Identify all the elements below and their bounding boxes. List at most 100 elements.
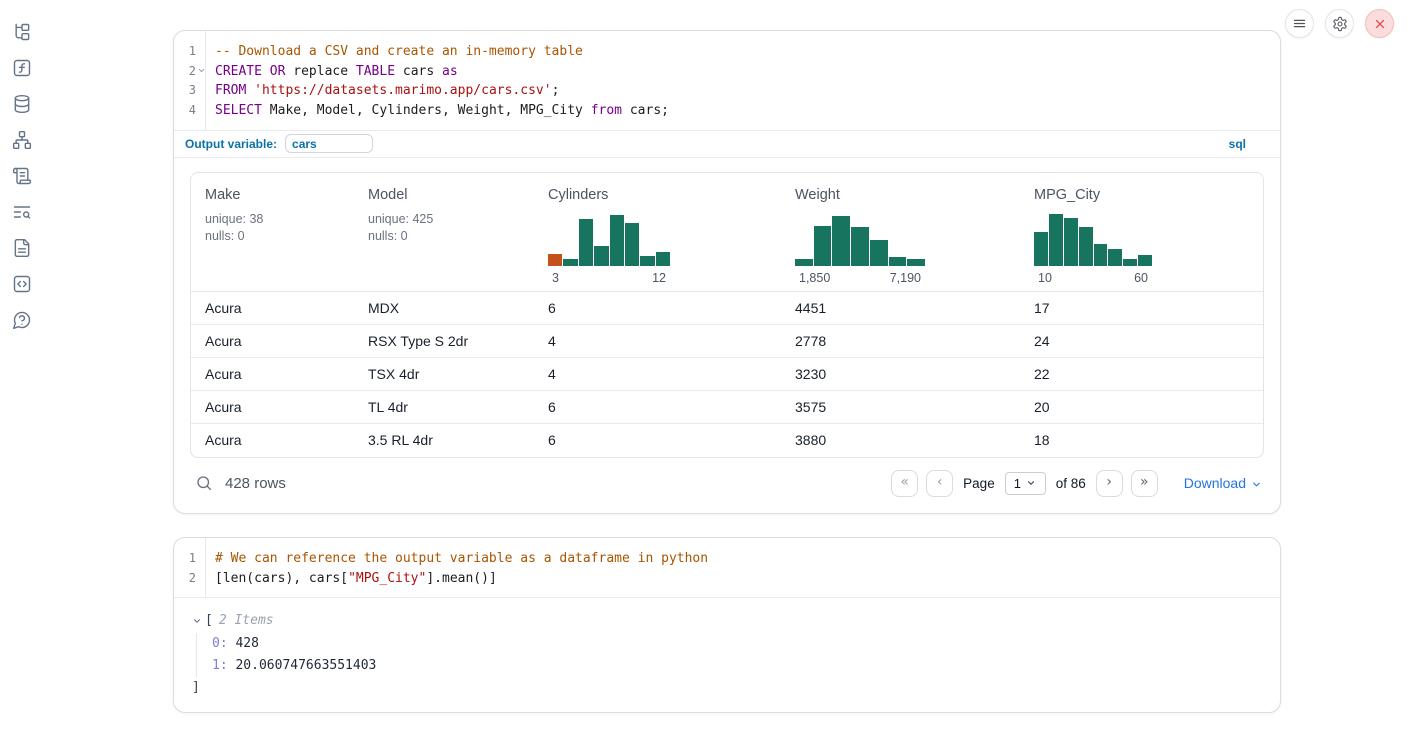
entry-key: 0: xyxy=(212,636,228,651)
page-select-value: 1 xyxy=(1014,476,1021,491)
download-button[interactable]: Download xyxy=(1184,475,1262,491)
histogram-bar xyxy=(851,227,869,266)
download-label: Download xyxy=(1184,475,1246,491)
table-row: Acura3.5 RL 4dr6388018 xyxy=(191,424,1263,457)
column-header-weight: Weight1,8507,190 xyxy=(781,187,1020,285)
line-number: 2 xyxy=(174,569,205,589)
close-bracket: ] xyxy=(192,677,1264,699)
table-cell: Acura xyxy=(191,333,354,349)
code-line: 2[len(cars), cars["MPG_City"].mean()] xyxy=(174,569,1280,589)
table-cell: MDX xyxy=(354,300,534,316)
column-name[interactable]: Model xyxy=(368,187,534,203)
column-name[interactable]: Weight xyxy=(795,187,1020,203)
table-cell: Acura xyxy=(191,300,354,316)
table-cell: 24 xyxy=(1020,333,1263,349)
notebook: 1-- Download a CSV and create an in-memo… xyxy=(173,30,1281,713)
python-cell: 1# We can reference the output variable … xyxy=(173,537,1281,713)
histogram-min-label: 3 xyxy=(552,271,559,285)
column-name[interactable]: MPG_City xyxy=(1034,187,1263,203)
line-number: 1 xyxy=(174,42,205,62)
histogram-max-label: 12 xyxy=(652,271,666,285)
table-row: AcuraTSX 4dr4323022 xyxy=(191,358,1263,391)
table-cell: TSX 4dr xyxy=(354,366,534,382)
column-header-model: Model unique: 425nulls: 0 xyxy=(354,187,534,285)
sql-code-editor[interactable]: 1-- Download a CSV and create an in-memo… xyxy=(174,31,1280,130)
topbar-controls xyxy=(1285,9,1394,38)
histogram-bar xyxy=(1034,232,1048,266)
table-footer: 428 rows « ‹ Page 1 of 86 › » Download xyxy=(190,468,1264,499)
line-number: 4 xyxy=(174,101,205,121)
histogram-bar xyxy=(579,219,593,266)
settings-button[interactable] xyxy=(1325,9,1354,38)
first-page-button[interactable]: « xyxy=(891,470,918,497)
page-label: Page xyxy=(963,476,995,491)
histogram-bar xyxy=(907,259,925,266)
table-cell: 2778 xyxy=(781,333,1020,349)
code-text: SELECT Make, Model, Cylinders, Weight, M… xyxy=(205,101,669,121)
search-icon[interactable] xyxy=(195,474,213,492)
menu-button[interactable] xyxy=(1285,9,1314,38)
table-cell: 3575 xyxy=(781,399,1020,415)
histogram-bar xyxy=(1094,244,1108,266)
code-line: 1# We can reference the output variable … xyxy=(174,549,1280,569)
table-cell: 6 xyxy=(534,399,781,415)
code-text: [len(cars), cars["MPG_City"].mean()] xyxy=(205,569,497,589)
table-cell: 4451 xyxy=(781,300,1020,316)
text-search-icon[interactable] xyxy=(12,202,32,222)
table-cell: 6 xyxy=(534,432,781,448)
page-select[interactable]: 1 xyxy=(1005,472,1046,495)
shutdown-button[interactable] xyxy=(1365,9,1394,38)
code-text: # We can reference the output variable a… xyxy=(205,549,708,569)
tree-entry: 0: 428 xyxy=(212,633,1264,655)
fold-chevron-icon[interactable] xyxy=(197,66,206,75)
tree-entries: 0: 4281: 20.060747663551403 xyxy=(196,633,1264,678)
histogram-bar xyxy=(610,215,624,266)
help-circle-icon[interactable] xyxy=(12,310,32,330)
prev-page-button[interactable]: ‹ xyxy=(926,470,953,497)
table-cell: 3.5 RL 4dr xyxy=(354,432,534,448)
histogram-bar xyxy=(889,257,907,266)
table-cell: Acura xyxy=(191,399,354,415)
sidebar-rail xyxy=(0,0,44,330)
column-histogram: 1060 xyxy=(1034,211,1152,285)
column-stats: unique: 38nulls: 0 xyxy=(205,211,354,245)
line-number: 1 xyxy=(174,549,205,569)
line-number: 3 xyxy=(174,81,205,101)
file-tree-icon[interactable] xyxy=(12,22,32,42)
network-icon[interactable] xyxy=(12,130,32,150)
table-cell: Acura xyxy=(191,432,354,448)
output-variable-label: Output variable: xyxy=(185,137,277,151)
line-number: 2 xyxy=(174,62,205,82)
table-row: AcuraRSX Type S 2dr4277824 xyxy=(191,325,1263,358)
histogram-bar xyxy=(814,226,832,266)
code-line: 3FROM 'https://datasets.marimo.app/cars.… xyxy=(174,81,1280,101)
code-line: 1-- Download a CSV and create an in-memo… xyxy=(174,42,1280,62)
table-cell: 18 xyxy=(1020,432,1263,448)
page-total-label: of 86 xyxy=(1056,476,1086,491)
chevron-down-icon xyxy=(1251,479,1262,490)
database-icon[interactable] xyxy=(12,94,32,114)
histogram-min-label: 10 xyxy=(1038,271,1052,285)
output-variable-row: Output variable: sql xyxy=(174,130,1280,157)
table-header-row: Make unique: 38nulls: 0 Model unique: 425nu… xyxy=(191,173,1263,292)
file-text-icon[interactable] xyxy=(12,238,32,258)
code-square-icon[interactable] xyxy=(12,274,32,294)
code-text: CREATE OR replace TABLE cars as xyxy=(205,62,458,82)
scroll-text-icon[interactable] xyxy=(12,166,32,186)
function-square-icon[interactable] xyxy=(12,58,32,78)
histogram-min-label: 1,850 xyxy=(799,271,830,285)
histogram-bar xyxy=(1123,259,1137,266)
open-bracket: [ xyxy=(205,610,213,632)
column-name[interactable]: Make xyxy=(205,187,354,203)
column-name[interactable]: Cylinders xyxy=(548,187,781,203)
python-code-editor[interactable]: 1# We can reference the output variable … xyxy=(174,538,1280,597)
histogram-bar xyxy=(1079,227,1093,266)
last-page-button[interactable]: » xyxy=(1131,470,1158,497)
language-badge: sql xyxy=(1229,137,1246,151)
output-variable-input[interactable] xyxy=(285,134,373,153)
next-page-button[interactable]: › xyxy=(1096,470,1123,497)
items-count-label: 2 Items xyxy=(219,610,274,632)
collapse-chevron-icon[interactable] xyxy=(192,616,202,626)
column-stats: unique: 425nulls: 0 xyxy=(368,211,534,245)
histogram-bar xyxy=(795,259,813,266)
